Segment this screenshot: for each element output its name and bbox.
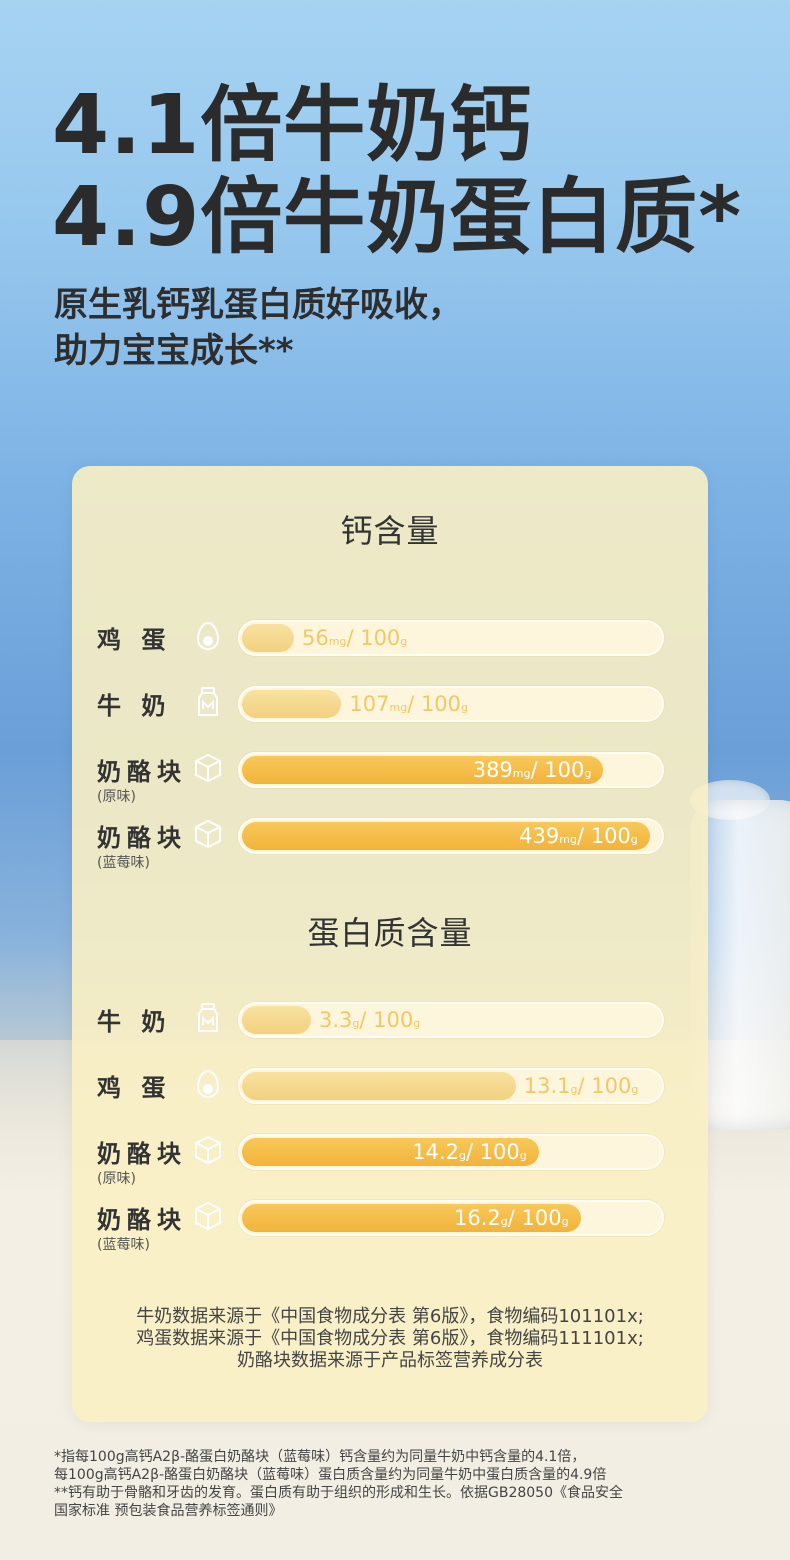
protein-chart-title: 蛋白质含量 [307,914,473,952]
category-sublabel: (蓝莓味) [97,855,150,871]
cheese-cube-icon [192,818,224,850]
source-note: 鸡蛋数据来源于《中国食物成分表 第6版》，食物编码111101x; [136,1328,644,1349]
data-label: 107mg/ 100g [349,692,469,716]
cheese-cube-icon [192,1134,224,1166]
category-label: 牛 奶 [97,1008,172,1036]
category-sublabel: (原味) [97,789,136,805]
category-sublabel: (蓝莓味) [97,1237,150,1253]
milk-bottle-icon [192,686,224,718]
bar-row: 奶酪块 (原味) 389mg/ 100g [72,752,708,812]
category-sublabel: (原味) [97,1171,136,1187]
calcium-chart-title: 钙含量 [340,512,440,550]
bar-track: 3.3g/ 100g [238,1002,664,1038]
bar-row: 鸡 蛋 13.1g/ 100g [72,1068,708,1128]
footnote-line: 每100g高钙A2β-酪蛋白奶酪块（蓝莓味）蛋白质含量约为同量牛奶中蛋白质含量的… [54,1467,607,1483]
cheese-cube-icon [192,1200,224,1232]
category-label: 奶酪块 [97,1206,187,1234]
data-source-notes: 牛奶数据来源于《中国食物成分表 第6版》，食物编码101101x; 鸡蛋数据来源… [72,1306,708,1372]
source-note: 奶酪块数据来源于产品标签营养成分表 [237,1350,543,1371]
bar [242,624,295,652]
data-label: 16.2g/ 100g [454,1206,569,1230]
headline-line-1: 4.1倍牛奶钙 [52,78,533,173]
category-label: 鸡 蛋 [97,626,172,654]
footnotes: *指每100g高钙A2β-酪蛋白奶酪块（蓝莓味）钙含量约为同量牛奶中钙含量的4.… [54,1448,623,1520]
bar-row: 牛 奶 107mg/ 100g [72,686,708,746]
footnote-line: **钙有助于骨骼和牙齿的发育。蛋白质有助于组织的形成和生长。依据GB28050《… [54,1485,623,1501]
category-label: 奶酪块 [97,758,187,786]
data-label: 3.3g/ 100g [318,1008,421,1032]
cheese-cube-icon [192,752,224,784]
bar [242,1006,311,1034]
subheadline: 原生乳钙乳蛋白质好吸收， 助力宝宝成长** [54,282,462,374]
subheadline-line-2: 助力宝宝成长** [54,331,294,371]
source-note: 牛奶数据来源于《中国食物成分表 第6版》，食物编码101101x; [136,1306,644,1327]
bar [242,1072,516,1100]
bar-row: 牛 奶 3.3g/ 100g [72,1002,708,1062]
bar-row: 奶酪块 (蓝莓味) 16.2g/ 100g [72,1200,708,1260]
subheadline-line-1: 原生乳钙乳蛋白质好吸收， [54,285,462,325]
bar-row: 鸡 蛋 56mg/ 100g [72,620,708,680]
milk-bottle-icon [192,1002,224,1034]
data-label: 56mg/ 100g [302,626,408,650]
data-label: 389mg/ 100g [472,758,592,782]
category-label: 鸡 蛋 [97,1074,172,1102]
bar-track: 389mg/ 100g [238,752,664,788]
data-label: 439mg/ 100g [519,824,638,848]
bar-row: 奶酪块 (蓝莓味) 439mg/ 100g [72,818,708,878]
bar-track: 14.2g/ 100g [238,1134,664,1170]
egg-icon [192,1068,224,1100]
footnote-line: 国家标准 预包装食品营养标签通则》 [54,1503,283,1519]
category-label: 奶酪块 [97,824,187,852]
headline: 4.1倍牛奶钙 4.9倍牛奶蛋白质* [52,80,742,264]
bar-track: 107mg/ 100g [238,686,664,722]
egg-icon [192,620,224,652]
bar-track: 439mg/ 100g [238,818,664,854]
comparison-card: 钙含量 鸡 蛋 56mg/ 100g 牛 奶 107mg/ 100g 奶酪块 (原味) 38… [72,466,708,1422]
category-label: 牛 奶 [97,692,172,720]
footnote-line: *指每100g高钙A2β-酪蛋白奶酪块（蓝莓味）钙含量约为同量牛奶中钙含量的4.… [54,1449,586,1465]
bar [242,690,342,718]
headline-line-2: 4.9倍牛奶蛋白质* [52,170,743,265]
category-label: 奶酪块 [97,1140,187,1168]
data-label: 14.2g/ 100g [412,1140,527,1164]
bar-track: 56mg/ 100g [238,620,664,656]
data-label: 13.1g/ 100g [523,1074,639,1098]
bar-row: 奶酪块 (原味) 14.2g/ 100g [72,1134,708,1194]
bar-track: 13.1g/ 100g [238,1068,664,1104]
bar-track: 16.2g/ 100g [238,1200,664,1236]
